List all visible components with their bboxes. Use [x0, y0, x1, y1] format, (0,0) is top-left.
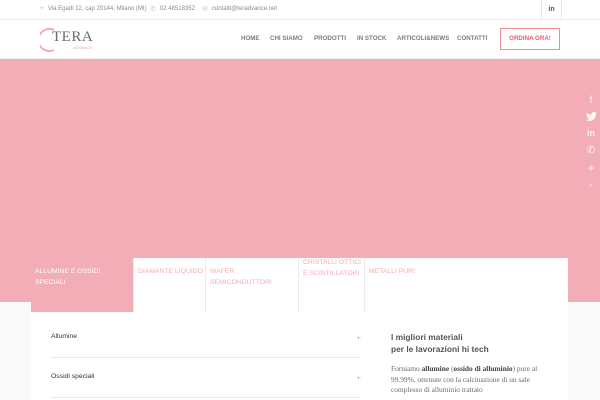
- plus-icon: +: [356, 373, 361, 382]
- whatsapp-share-icon[interactable]: ✆: [584, 145, 598, 156]
- tab-cristalli-label-2: E SCINTILLATORI: [303, 269, 360, 277]
- facebook-share-icon[interactable]: f: [584, 95, 598, 106]
- phone-info[interactable]: ✆ 02 48518352: [150, 5, 195, 13]
- nav-home[interactable]: HOME: [241, 35, 260, 42]
- address-text: Via Egadi 12, cap 20144, Milano (MI): [47, 6, 147, 12]
- nav-prodotti[interactable]: PRODOTTI: [314, 35, 346, 42]
- logo-name: TERA: [52, 29, 94, 45]
- tab-diamante-label: DIAMANTE LIQUIDO: [138, 268, 203, 275]
- email-info[interactable]: ✉ contatti@teradvance.net: [202, 5, 277, 13]
- location-icon: ⌖: [40, 5, 44, 12]
- intro-paragraph: Forniamo allumine (ossido di alluminio) …: [391, 364, 561, 396]
- accordion-ossidi[interactable]: Ossidi speciali +: [51, 373, 361, 382]
- tab-allumine-label: ALLUMINE E OSSIDI SPECIALI: [35, 268, 101, 286]
- phone-icon: ✆: [150, 6, 156, 13]
- accordion-allumine-label: Allumine: [51, 333, 78, 340]
- tab-metalli[interactable]: METALLI PURI: [365, 258, 568, 312]
- nav-chi-siamo[interactable]: CHI SIAMO: [270, 35, 303, 42]
- intro-title-line1: I migliori materiali: [391, 332, 463, 342]
- top-info-bar: ⌖ Via Egadi 12, cap 20144, Milano (MI) ✆…: [0, 0, 600, 20]
- plus-icon: +: [356, 333, 361, 342]
- divider: [51, 397, 361, 398]
- tab-metalli-label: METALLI PURI: [369, 268, 415, 275]
- more-share-icon[interactable]: +: [584, 161, 598, 175]
- accordion-allumine[interactable]: Allumine +: [51, 333, 361, 342]
- nav-articoli-news[interactable]: ARTICOLI&NEWS: [397, 35, 449, 42]
- tab-cristalli-label-1: CRISTALLI OTTICI: [303, 259, 362, 266]
- order-now-button[interactable]: ORDINA ORA!: [500, 28, 560, 50]
- tab-wafer[interactable]: WAFER SEMICONDUTTORI: [206, 258, 299, 312]
- tab-allumine[interactable]: ALLUMINE E OSSIDI SPECIALI: [31, 258, 134, 312]
- tab-cristalli[interactable]: CRISTALLI OTTICI E SCINTILLATORI: [299, 258, 365, 312]
- site-logo[interactable]: TERA ADVANCE: [40, 26, 94, 54]
- logo-subtitle: ADVANCE: [73, 45, 93, 50]
- email-text[interactable]: contatti@teradvance.net: [212, 6, 277, 12]
- product-tabs: ALLUMINE E OSSIDI SPECIALI DIAMANTE LIQU…: [31, 258, 568, 312]
- linkedin-share-icon[interactable]: in: [584, 128, 598, 138]
- intro-title: I migliori materiali per le lavorazioni …: [391, 331, 489, 355]
- tab-wafer-label: WAFER SEMICONDUTTORI: [210, 268, 272, 286]
- para-bold-ossido: ossido di alluminio: [453, 364, 513, 373]
- para-bold-allumine: allumine: [421, 364, 450, 373]
- address-info: ⌖ Via Egadi 12, cap 20144, Milano (MI): [40, 5, 147, 13]
- divider: [51, 357, 361, 358]
- intro-title-line2: per le lavorazioni hi tech: [391, 344, 489, 355]
- twitter-share-icon[interactable]: [584, 112, 598, 123]
- linkedin-icon[interactable]: in: [541, 0, 562, 19]
- nav-in-stock[interactable]: IN STOCK: [357, 35, 386, 42]
- para-text: Forniamo: [391, 364, 422, 373]
- accordion-ossidi-label: Ossidi speciali: [51, 373, 95, 380]
- phone-text[interactable]: 02 48518352: [160, 6, 195, 12]
- tab-diamante[interactable]: DIAMANTE LIQUIDO: [134, 258, 206, 312]
- nav-contatti[interactable]: CONTATTI: [457, 35, 487, 42]
- envelope-icon: ✉: [202, 6, 208, 13]
- chevron-down-icon[interactable]: ⌄: [584, 180, 598, 188]
